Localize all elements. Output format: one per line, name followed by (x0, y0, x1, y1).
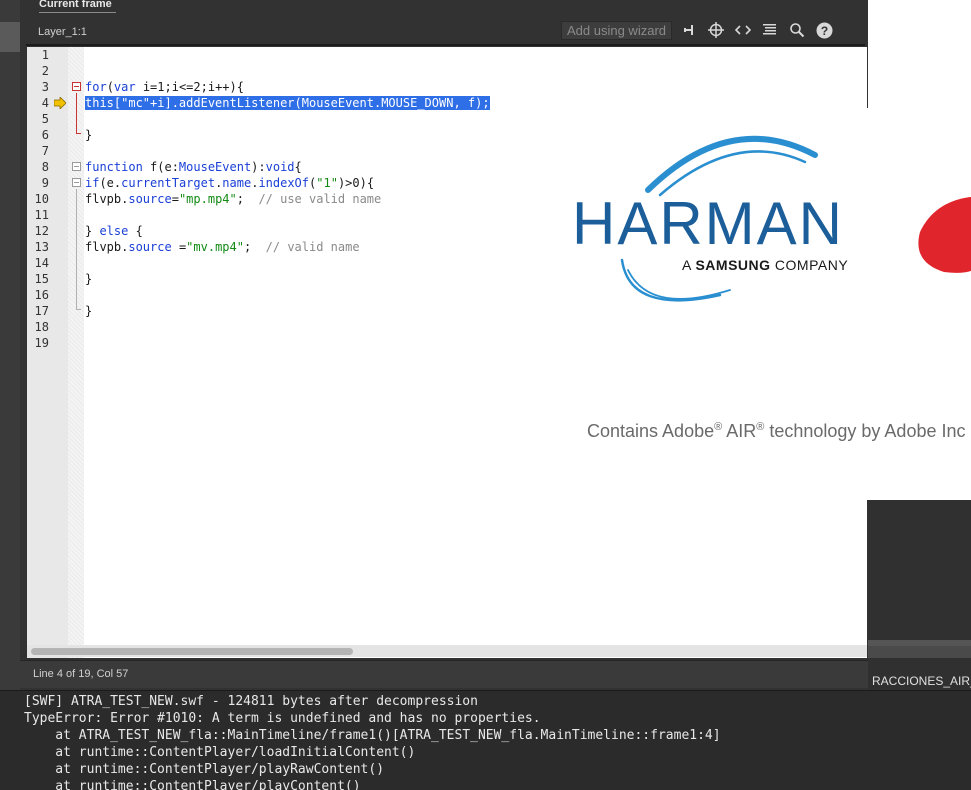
search-icon[interactable] (787, 20, 807, 40)
line-number: 9 (41, 176, 49, 190)
fold-guide-end (76, 309, 81, 310)
line-number: 6 (41, 128, 49, 142)
adobe-air-credit: Contains Adobe® AIR® technology by Adobe… (587, 421, 966, 441)
horizontal-scrollbar[interactable] (27, 645, 867, 657)
samsung-tagline: A SAMSUNG COMPANY (682, 257, 849, 273)
fold-guide (76, 189, 77, 309)
actions-toolbar: Add using wizard ? (561, 20, 834, 40)
code-line-8: function f(e:MouseEvent):void{ (85, 160, 302, 174)
add-using-wizard-button[interactable]: Add using wizard (561, 20, 672, 40)
line-number: 1 (41, 48, 49, 62)
right-panel (868, 500, 971, 690)
line-number: 19 (34, 336, 49, 350)
code-line-4-selected: this["mc"+i].addEventListener(MouseEvent… (85, 96, 490, 110)
fold-guide-end (76, 133, 81, 134)
pin-icon[interactable] (679, 20, 699, 40)
current-line-arrow-icon (54, 97, 66, 109)
help-icon[interactable]: ? (814, 20, 834, 40)
line-number: 11 (34, 208, 49, 222)
code-line-17: } (85, 304, 93, 318)
fold-toggle-icon[interactable] (72, 178, 81, 187)
code-line-12: } else { (85, 224, 143, 238)
panel-tab-current-frame[interactable]: Current frame (39, 0, 116, 13)
line-number: 16 (34, 288, 49, 302)
line-number: 8 (41, 160, 49, 174)
code-line-15: } (85, 272, 93, 286)
fold-toggle-icon[interactable] (72, 82, 81, 91)
line-number: 2 (41, 64, 49, 78)
fold-toggle-icon[interactable] (72, 162, 81, 171)
output-line: [SWF] ATRA_TEST_NEW.swf - 124811 bytes a… (24, 694, 478, 709)
fold-guide (76, 93, 77, 133)
fold-column (68, 47, 84, 658)
output-line: at ATRA_TEST_NEW_fla::MainTimeline/frame… (24, 728, 721, 743)
right-panel-divider (868, 646, 971, 658)
svg-text:?: ? (820, 24, 827, 38)
line-number: 10 (34, 192, 49, 206)
output-line: at runtime::ContentPlayer/loadInitialCon… (24, 745, 416, 760)
code-line-3: for(var i=1;i<=2;i++){ (85, 80, 244, 94)
splash-window-top (868, 0, 971, 108)
line-number: 5 (41, 112, 49, 126)
line-number: 4 (41, 96, 49, 110)
line-number: 12 (34, 224, 49, 238)
toolbar-divider (26, 44, 865, 46)
cursor-position: Line 4 of 19, Col 57 (33, 668, 129, 680)
right-panel-label: RACCIONES_AIR_ (872, 674, 971, 688)
layer-label[interactable]: Layer_1:1 (38, 26, 87, 38)
line-number: 7 (41, 144, 49, 158)
code-icon[interactable] (733, 20, 753, 40)
output-panel[interactable]: [SWF] ATRA_TEST_NEW.swf - 124811 bytes a… (0, 690, 971, 790)
line-number: 14 (34, 256, 49, 270)
line-number: 15 (34, 272, 49, 286)
line-number: 13 (34, 240, 49, 254)
status-bar: Line 4 of 19, Col 57 (20, 660, 870, 688)
line-number: 17 (34, 304, 49, 318)
code-line-6: } (85, 128, 93, 142)
harman-logo-text: HARMAN (572, 190, 845, 257)
code-line-9: if(e.currentTarget.name.indexOf("1")>0){ (85, 176, 375, 190)
scrollbar-thumb[interactable] (31, 648, 353, 655)
output-line: TypeError: Error #1010: A term is undefi… (24, 711, 541, 726)
format-icon[interactable] (760, 20, 780, 40)
left-panel-tab[interactable] (0, 22, 20, 52)
red-logo-shape (918, 197, 971, 273)
target-icon[interactable] (706, 20, 726, 40)
code-line-13: flvpb.source ="mv.mp4"; // valid name (85, 240, 360, 254)
line-number: 3 (41, 80, 49, 94)
code-line-10: flvpb.source="mp.mp4"; // use valid name (85, 192, 382, 206)
output-line: at runtime::ContentPlayer/playContent() (24, 779, 361, 790)
line-number: 18 (34, 320, 49, 334)
output-line: at runtime::ContentPlayer/playRawContent… (24, 762, 385, 777)
left-panel-strip (0, 0, 20, 690)
